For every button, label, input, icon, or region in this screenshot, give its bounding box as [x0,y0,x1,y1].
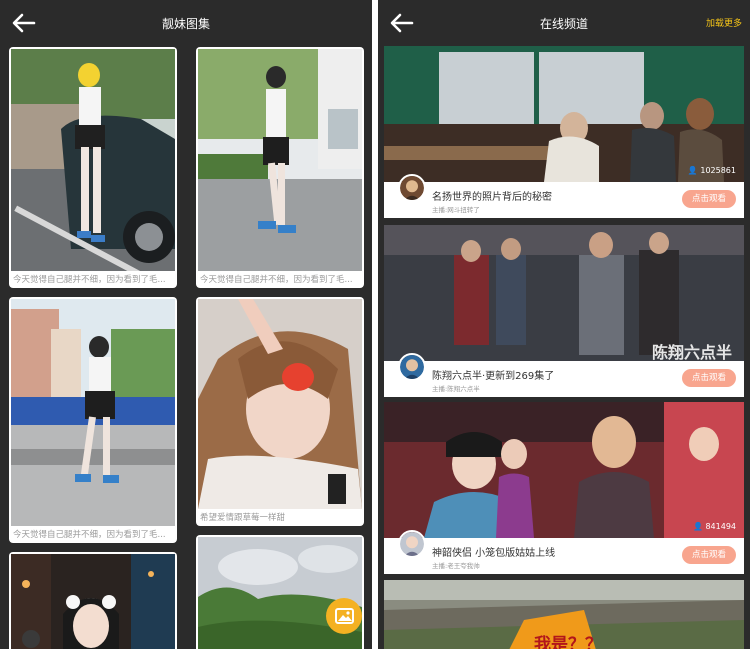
gallery-photo [198,299,362,509]
channel-host: 主播:老王夸我帅 [432,562,480,570]
page-title: 靓妹图集 [161,17,210,31]
gallery-card[interactable]: 今天觉得自己腿并不细，因为看到了毛... [196,47,364,288]
channel-info: 神韶侠侣 小笼包版姑姑上线 主播:老王夸我帅 点击观看 [384,530,744,574]
show-title-overlay: 我是？？ [534,635,602,649]
page-title: 在线频道 [539,17,588,31]
gallery-card[interactable]: 今天觉得自己腿并不细，因为看到了毛... [9,297,177,543]
gallery-photo [11,299,175,526]
watch-button[interactable]: 点击观看 [682,546,736,564]
gallery-screen: 靓妹图集 今天觉得自己腿并不细，因为看到了毛... 今天觉得自己腿并不细，因为看… [0,0,372,649]
watch-button[interactable]: 点击观看 [682,190,736,208]
channel-thumbnail [384,402,744,538]
image-icon [335,608,354,624]
channel-host: 主播:陈翔六点半 [432,385,480,393]
gallery-photo [198,49,362,271]
show-title-overlay: 陈翔六点半 [651,343,732,362]
channel-title: 名扬世界的照片背后的秘密 [432,192,552,203]
channel-thumbnail [384,46,744,182]
gallery-card[interactable] [9,552,177,649]
channel-card[interactable]: 陈翔六点半 陈翔六点半·更新到269集了 主播:陈翔六点半 点击观看 [384,225,744,397]
gallery-card[interactable]: 希望爱情跟草莓一样甜 [196,297,364,526]
channel-title: 神韶侠侣 小笼包版姑姑上线 [432,548,556,559]
load-more-link[interactable]: 加载更多 [706,16,742,29]
channel-title: 陈翔六点半·更新到269集了 [432,371,555,382]
avatar [398,530,426,558]
card-caption: 今天觉得自己腿并不细，因为看到了毛... [200,275,353,285]
gallery-photo [11,554,175,649]
channel-info: 陈翔六点半·更新到269集了 主播:陈翔六点半 点击观看 [384,353,744,397]
top-bar: 在线频道 加载更多 [378,0,750,46]
channel-host: 主播:网斗扭转了 [432,206,480,214]
image-fab-button[interactable] [326,598,362,634]
channel-screen: 在线频道 加载更多 👤 1025861 名扬世界的照片背后的秘密 主播:网斗扭转… [378,0,750,649]
avatar [398,174,426,202]
gallery-card[interactable]: 今天觉得自己腿并不细，因为看到了毛... [9,47,177,288]
card-caption: 今天觉得自己腿并不细，因为看到了毛... [13,530,166,540]
gallery-photo [11,49,175,271]
view-count: 👤 1025861 [687,166,736,175]
view-count: 👤 841494 [692,522,736,531]
channel-card[interactable]: 👤 841494 神韶侠侣 小笼包版姑姑上线 主播:老王夸我帅 点击观看 [384,402,744,574]
channel-card[interactable]: 👤 1025861 名扬世界的照片背后的秘密 主播:网斗扭转了 点击观看 [384,46,744,218]
avatar [398,353,426,381]
watch-button[interactable]: 点击观看 [682,369,736,387]
card-caption: 今天觉得自己腿并不细，因为看到了毛... [13,275,166,285]
channel-info: 名扬世界的照片背后的秘密 主播:网斗扭转了 点击观看 [384,174,744,218]
top-bar: 靓妹图集 [0,0,372,46]
channel-card[interactable]: 我是？？ [384,580,744,649]
card-caption: 希望爱情跟草莓一样甜 [200,513,286,523]
